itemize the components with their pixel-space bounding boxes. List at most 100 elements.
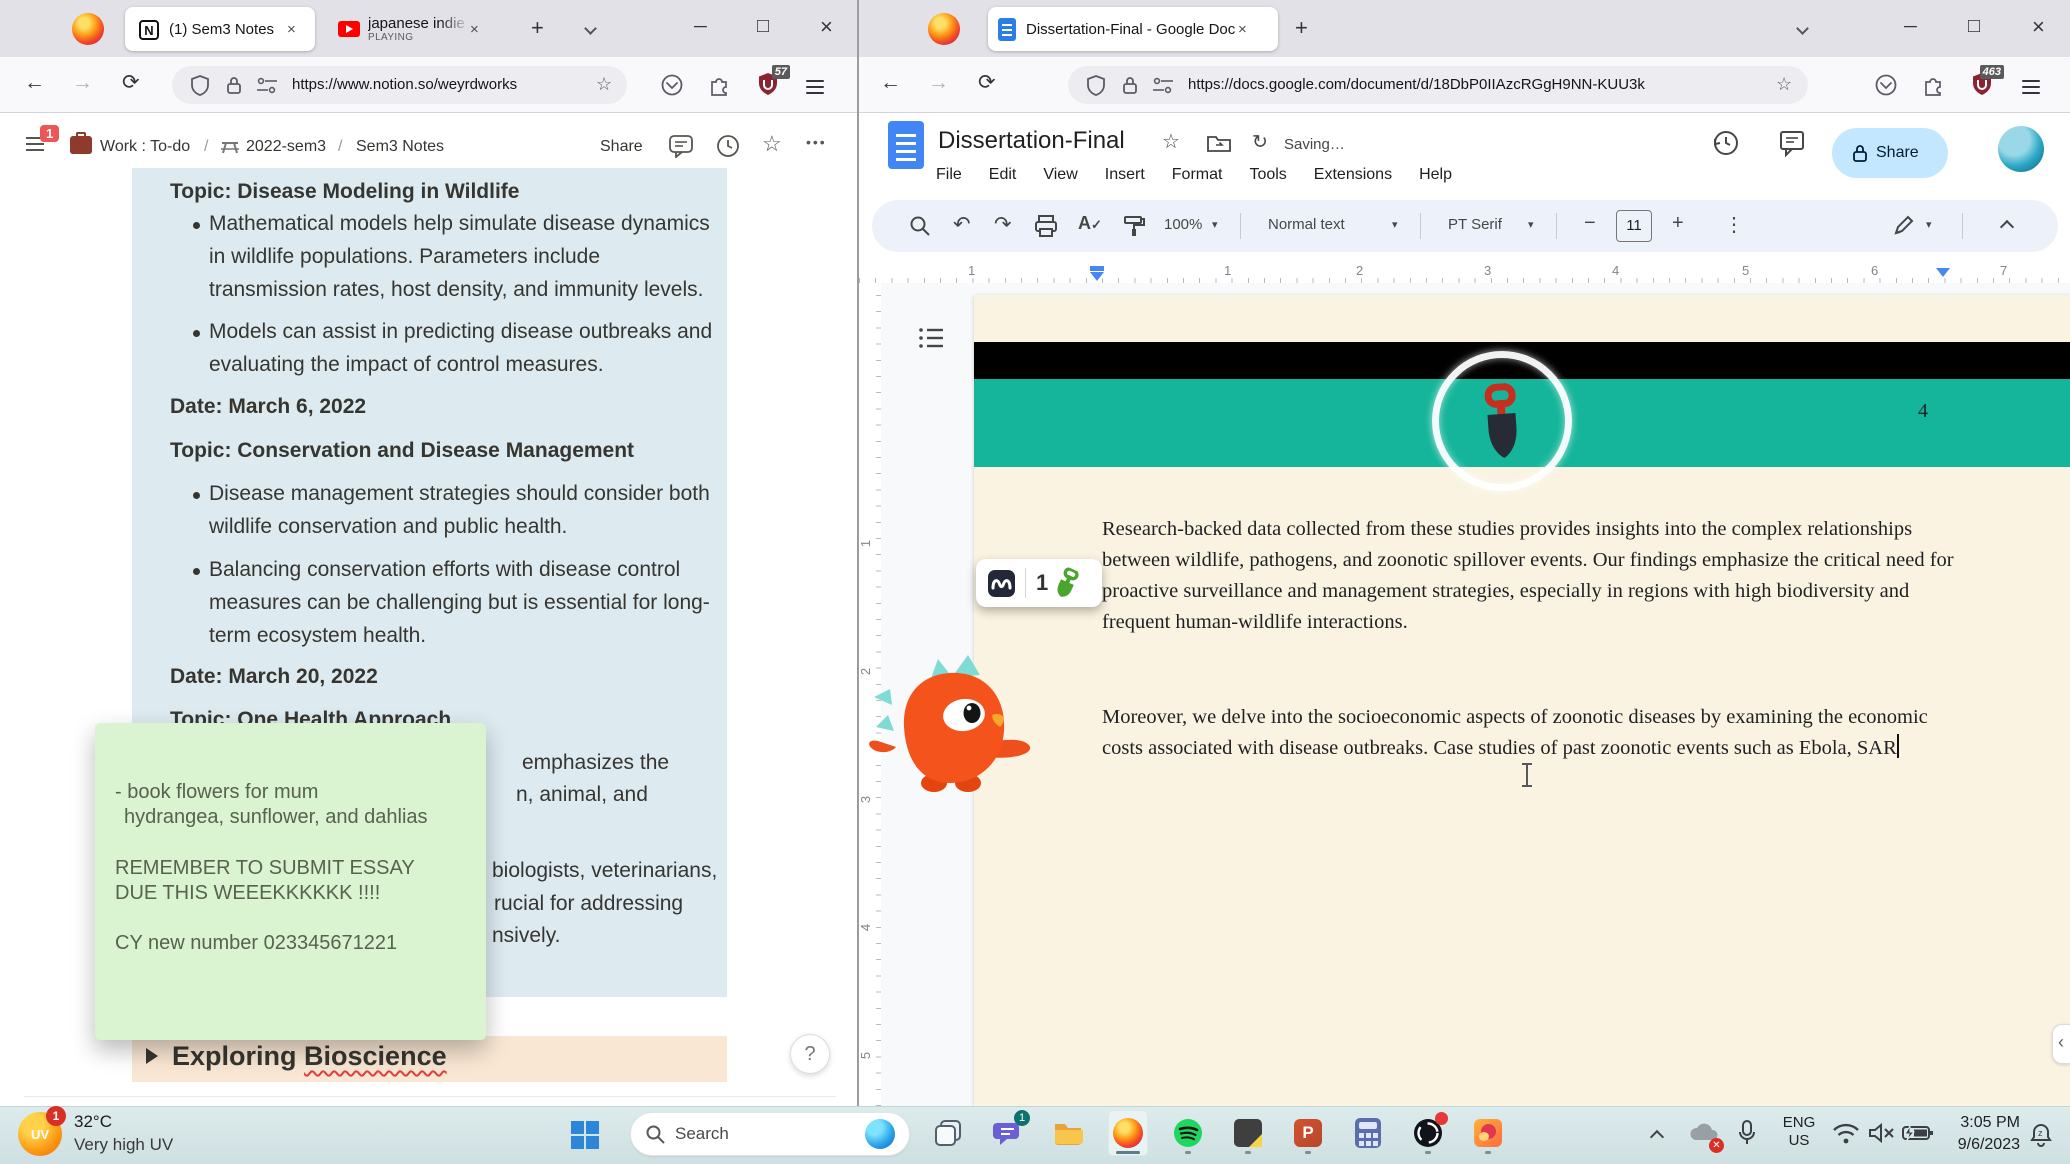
notification-bell-icon[interactable]: z (2028, 1122, 2054, 1148)
version-history-icon[interactable] (1712, 129, 1740, 157)
chat-app-button[interactable]: 1 (988, 1110, 1030, 1156)
decrease-font-size-button[interactable]: − (1584, 212, 1596, 235)
close-tab-icon[interactable]: × (287, 21, 296, 38)
orange-app-button[interactable] (1468, 1110, 1508, 1156)
url-text[interactable]: https://www.notion.so/weyrdworks (292, 76, 582, 93)
sticky-notes-button[interactable] (1228, 1110, 1268, 1156)
close-tab-icon[interactable]: × (1238, 21, 1247, 38)
lock-icon[interactable] (224, 75, 244, 96)
tracking-shield-icon[interactable] (1086, 75, 1106, 96)
toggle-triangle-icon[interactable] (146, 1048, 158, 1064)
close-window-button[interactable]: × (2032, 14, 2045, 40)
pet-inventory-badge[interactable]: 1 (976, 559, 1102, 607)
spotify-button[interactable] (1168, 1110, 1208, 1156)
left-indent-marker[interactable] (1090, 272, 1104, 281)
share-button[interactable]: Share (1832, 128, 1948, 178)
increase-font-size-button[interactable]: + (1672, 212, 1684, 235)
menu-extensions[interactable]: Extensions (1314, 166, 1392, 184)
extensions-puzzle-icon[interactable] (1922, 73, 1946, 97)
paragraph[interactable]: Research-backed data collected from thes… (1102, 514, 1954, 638)
microphone-icon[interactable] (1738, 1120, 1756, 1146)
menu-insert[interactable]: Insert (1105, 166, 1145, 184)
menu-help[interactable]: Help (1419, 166, 1452, 184)
shovel-image[interactable] (1471, 381, 1532, 463)
font-select[interactable]: PT Serif (1448, 216, 1502, 233)
breadcrumb-folder[interactable]: 2022-sem3 (246, 138, 326, 156)
pocket-icon[interactable] (1874, 73, 1898, 97)
firefox-taskbar-button[interactable] (1108, 1110, 1148, 1156)
comments-icon[interactable] (668, 134, 694, 158)
pocket-icon[interactable] (660, 73, 684, 97)
menu-hamburger-icon[interactable] (806, 76, 824, 98)
weather-description[interactable]: Very high UV (74, 1135, 173, 1155)
permissions-icon[interactable] (1152, 77, 1174, 95)
maximize-button[interactable]: □ (1968, 15, 1980, 38)
editing-mode-chevron-icon[interactable]: ▾ (1926, 218, 1932, 231)
menu-edit[interactable]: Edit (989, 166, 1017, 184)
font-size-input[interactable]: 11 (1616, 210, 1652, 242)
close-tab-icon[interactable]: × (470, 21, 479, 38)
temperature[interactable]: 32°C (74, 1112, 112, 1132)
powerpoint-button[interactable]: P (1288, 1110, 1328, 1156)
ublock-icon[interactable]: 57 (756, 65, 790, 97)
document-title[interactable]: Dissertation-Final (938, 127, 1125, 155)
zoom-chevron-icon[interactable]: ▾ (1212, 218, 1218, 231)
bookmark-star-icon[interactable]: ☆ (596, 74, 612, 95)
account-avatar[interactable] (1998, 126, 2044, 172)
menu-file[interactable]: File (936, 166, 962, 184)
menu-hamburger-icon[interactable] (2022, 76, 2040, 98)
onedrive-icon[interactable]: ✕ (1688, 1122, 1724, 1153)
paragraph-style-select[interactable]: Normal text (1268, 216, 1345, 233)
sticky-note[interactable]: - book flowers for mum hydrangea, sunflo… (95, 723, 486, 1040)
right-indent-marker[interactable] (1936, 268, 1950, 277)
google-docs-icon[interactable] (888, 121, 924, 169)
forward-button[interactable]: → (72, 71, 93, 95)
print-icon[interactable] (1034, 214, 1058, 238)
new-tab-button[interactable]: + (531, 15, 544, 41)
side-panel-toggle[interactable]: ‹ (2052, 1024, 2070, 1064)
close-window-button[interactable]: × (820, 14, 833, 40)
url-text[interactable]: https://docs.google.com/document/d/18DbP… (1188, 76, 1760, 93)
search-menus-icon[interactable] (908, 214, 932, 238)
breadcrumb-page[interactable]: Sem3 Notes (356, 138, 444, 156)
star-document-icon[interactable]: ☆ (1162, 129, 1180, 154)
taskbar-clock[interactable]: 3:05 PM 9/6/2023 (1940, 1112, 2020, 1156)
bing-icon[interactable] (865, 1119, 895, 1149)
lock-icon[interactable] (1120, 75, 1140, 96)
new-tab-button[interactable]: + (1295, 15, 1308, 41)
menu-view[interactable]: View (1043, 166, 1077, 184)
file-explorer-button[interactable] (1048, 1110, 1088, 1156)
tab-youtube[interactable]: japanese indie r PLAYING × (330, 7, 502, 51)
tab-dissertation[interactable]: Dissertation-Final - Google Doc × (988, 7, 1278, 51)
indent-marker[interactable] (1090, 266, 1104, 271)
minimize-button[interactable]: ─ (694, 16, 707, 37)
back-button[interactable]: ← (24, 71, 45, 95)
font-chevron-icon[interactable]: ▾ (1528, 218, 1534, 231)
move-to-folder-icon[interactable] (1206, 133, 1232, 153)
language-switcher[interactable]: ENG US (1778, 1114, 1820, 1150)
undo-icon[interactable]: ↶ (953, 212, 971, 237)
taskbar-search[interactable]: Search (630, 1112, 910, 1156)
help-button[interactable]: ? (790, 1034, 830, 1074)
bookmark-star-icon[interactable]: ☆ (1776, 74, 1792, 95)
editing-mode-pencil-icon[interactable] (1893, 214, 1915, 236)
redo-icon[interactable]: ↷ (994, 212, 1012, 237)
history-clock-icon[interactable] (716, 134, 740, 158)
permissions-icon[interactable] (256, 77, 278, 95)
share-button[interactable]: Share (600, 138, 643, 156)
reload-button[interactable]: ⟳ (122, 70, 140, 95)
menu-format[interactable]: Format (1172, 166, 1223, 184)
tab-sem3-notes[interactable]: N (1) Sem3 Notes × (125, 7, 315, 51)
obs-button[interactable] (1408, 1110, 1448, 1156)
breadcrumb-workspace[interactable]: Work : To-do (100, 138, 190, 156)
menu-tools[interactable]: Tools (1249, 166, 1286, 184)
favorite-star-icon[interactable]: ☆ (762, 131, 782, 157)
open-comments-icon[interactable] (1778, 129, 1806, 157)
forward-button[interactable]: → (928, 71, 949, 95)
ublock-icon[interactable]: 463 (1970, 65, 2004, 97)
battery-charging-icon[interactable] (1902, 1124, 1934, 1142)
style-chevron-icon[interactable]: ▾ (1392, 218, 1398, 231)
more-options-icon[interactable]: ••• (806, 134, 827, 150)
reload-button[interactable]: ⟳ (978, 70, 996, 95)
minimize-button[interactable]: ─ (1904, 16, 1917, 37)
